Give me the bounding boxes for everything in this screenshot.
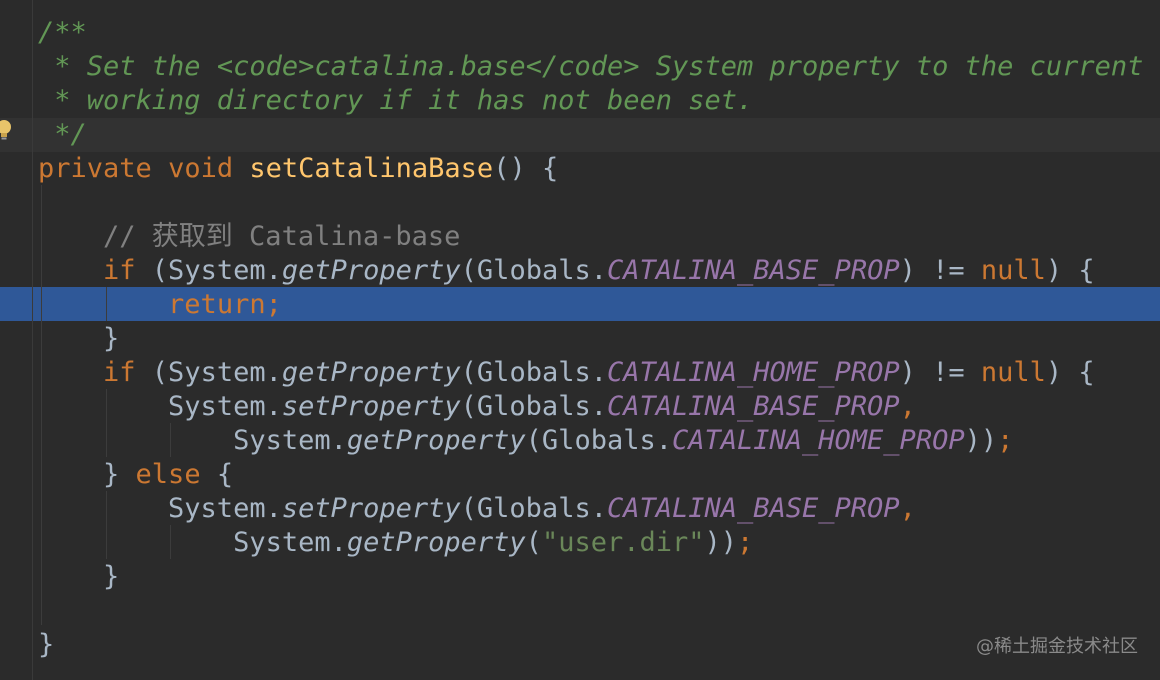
code-token: System. — [38, 527, 347, 558]
code-token: (Globals. — [460, 493, 607, 524]
code-token: () { — [493, 153, 559, 184]
code-token: if — [103, 357, 136, 388]
code-token: CATALINA_BASE_PROP — [606, 493, 900, 524]
code-token: ) != — [899, 255, 981, 286]
code-token: (Globals. — [460, 391, 607, 422]
code-line[interactable]: if (System.getProperty(Globals.CATALINA_… — [38, 356, 1095, 390]
code-line[interactable]: } else { — [38, 458, 233, 492]
code-token: ; — [997, 425, 1014, 456]
code-token: CATALINA_BASE_PROP — [606, 391, 900, 422]
code-line[interactable]: } — [38, 628, 54, 662]
code-token: )) — [964, 425, 998, 456]
code-line[interactable]: */ — [38, 118, 87, 152]
code-token: null — [980, 357, 1046, 388]
code-token: setProperty — [281, 493, 461, 524]
code-token: System property to the current — [639, 51, 1144, 82]
code-token: } — [38, 323, 120, 354]
code-line[interactable]: private void setCatalinaBase() { — [38, 152, 558, 186]
code-line[interactable]: if (System.getProperty(Globals.CATALINA_… — [38, 254, 1095, 288]
code-token: */ — [38, 119, 87, 150]
code-token: return; — [168, 289, 282, 320]
code-token: , — [899, 493, 916, 524]
code-token: void — [168, 153, 234, 184]
code-token: { — [200, 459, 234, 490]
code-token: ( — [525, 527, 542, 558]
code-token: setCatalinaBase — [249, 153, 494, 184]
code-line[interactable]: System.setProperty(Globals.CATALINA_BASE… — [38, 390, 916, 424]
code-line[interactable]: * Set the <code>catalina.base</code> Sys… — [38, 50, 1143, 84]
code-token: )) — [704, 527, 738, 558]
watermark: @稀土掘金技术社区 — [976, 636, 1138, 657]
code-token: System. — [38, 493, 282, 524]
code-token: private — [38, 153, 152, 184]
code-line[interactable]: } — [38, 322, 119, 356]
code-token: (Globals. — [460, 357, 607, 388]
code-token: (Globals. — [525, 425, 672, 456]
code-token: ; — [737, 527, 754, 558]
code-line[interactable]: System.getProperty(Globals.CATALINA_HOME… — [38, 424, 1013, 458]
code-token: } — [38, 459, 136, 490]
code-line[interactable]: * working directory if it has not been s… — [38, 84, 753, 118]
code-line[interactable]: return; — [38, 288, 282, 322]
code-token: ) { — [1045, 255, 1095, 286]
code-line[interactable]: System.setProperty(Globals.CATALINA_BASE… — [38, 492, 916, 526]
code-line[interactable]: // 获取到 Catalina-base — [38, 220, 460, 254]
code-token: } — [38, 629, 55, 660]
code-line[interactable]: } — [38, 560, 119, 594]
code-token: setProperty — [281, 391, 461, 422]
code-token: </code> — [525, 51, 640, 82]
code-token: , — [899, 391, 916, 422]
code-token: ) != — [899, 357, 981, 388]
code-token: CATALINA_HOME_PROP — [671, 425, 965, 456]
code-token: "user.dir" — [541, 527, 705, 558]
lightbulb-icon[interactable] — [0, 114, 14, 148]
code-token: getProperty — [281, 357, 461, 388]
code-token: null — [980, 255, 1046, 286]
code-token: * working directory if it has not been s… — [38, 85, 754, 116]
gutter-border — [32, 0, 33, 680]
code-token: getProperty — [346, 527, 526, 558]
code-token: (System. — [135, 255, 282, 286]
caret-line-highlight — [0, 118, 1160, 152]
code-token: if — [103, 255, 136, 286]
code-token: CATALINA_HOME_PROP — [606, 357, 900, 388]
code-token: System. — [38, 391, 282, 422]
code-token: catalina.base — [314, 51, 526, 82]
code-token: ) { — [1045, 357, 1095, 388]
code-token: System. — [38, 425, 347, 456]
code-token: (Globals. — [460, 255, 607, 286]
code-token: (System. — [135, 357, 282, 388]
code-token: } — [38, 561, 120, 592]
code-token: getProperty — [281, 255, 461, 286]
code-token: else — [135, 459, 201, 490]
code-line[interactable]: System.getProperty("user.dir")); — [38, 526, 753, 560]
code-token: getProperty — [346, 425, 526, 456]
code-line[interactable]: /** — [38, 16, 87, 50]
code-token: <code> — [216, 51, 315, 82]
code-token: * Set the — [38, 51, 217, 82]
code-editor[interactable]: /** * Set the <code>catalina.base</code>… — [0, 0, 1160, 680]
code-token: CATALINA_BASE_PROP — [606, 255, 900, 286]
code-token: // 获取到 Catalina-base — [103, 221, 461, 252]
code-token: /** — [38, 17, 87, 48]
